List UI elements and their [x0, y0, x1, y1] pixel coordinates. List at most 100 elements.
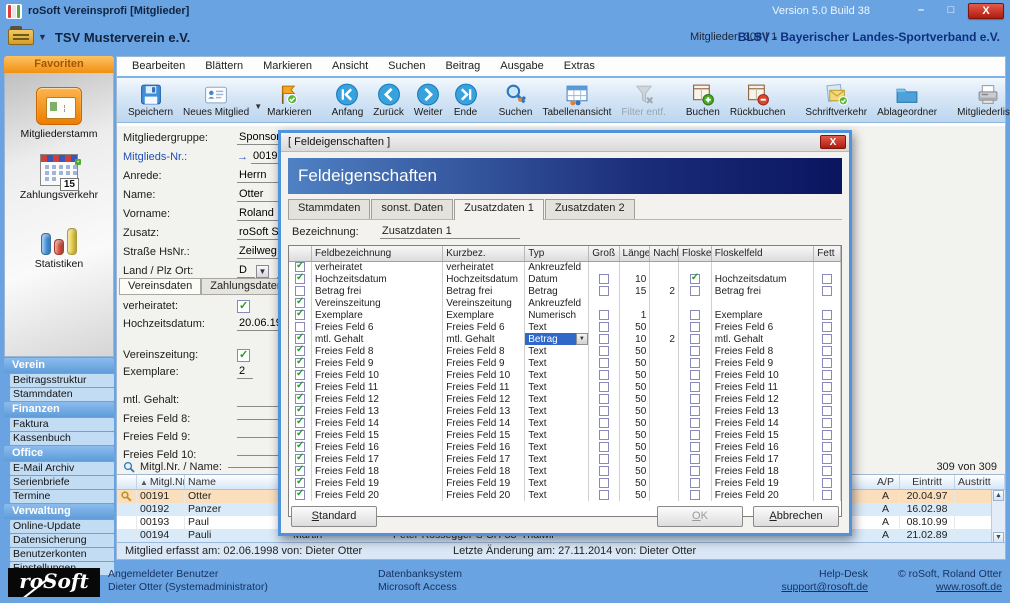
- fett-checkbox[interactable]: [822, 310, 832, 320]
- sidebar-favorite-statistiken[interactable]: Statistiken: [35, 215, 83, 270]
- toolbar-ende[interactable]: Ende: [448, 81, 484, 119]
- toolbar-schriftverkehr[interactable]: Schriftverkehr: [800, 81, 872, 119]
- dialog-field-row[interactable]: Freies Feld 10Freies Feld 10Text50Freies…: [289, 369, 841, 381]
- dialog-field-row[interactable]: ExemplareExemplareNumerisch1Exemplare: [289, 309, 841, 321]
- gross-checkbox[interactable]: [599, 442, 609, 452]
- fett-checkbox[interactable]: [822, 406, 832, 416]
- ok-button[interactable]: OK: [657, 506, 743, 527]
- gross-checkbox[interactable]: [599, 418, 609, 428]
- dialog-field-row[interactable]: Freies Feld 15Freies Feld 15Text50Freies…: [289, 429, 841, 441]
- gross-checkbox[interactable]: [599, 394, 609, 404]
- floskel-checkbox[interactable]: [690, 490, 700, 500]
- table-scrollbar[interactable]: ▲ ▼: [991, 490, 1005, 543]
- field-active-checkbox[interactable]: [295, 490, 305, 500]
- fett-checkbox[interactable]: [822, 418, 832, 428]
- menu-beitrag[interactable]: Beitrag: [436, 58, 489, 75]
- field-active-checkbox[interactable]: [295, 478, 305, 488]
- column-header-mitglnr[interactable]: ▲Mitgl.Nr.: [137, 475, 185, 489]
- gross-checkbox[interactable]: [599, 346, 609, 356]
- dialog-field-row[interactable]: Freies Feld 19Freies Feld 19Text50Freies…: [289, 477, 841, 489]
- field-active-checkbox[interactable]: [295, 322, 305, 332]
- exemplare-field[interactable]: 2: [237, 365, 253, 379]
- chevron-down-icon[interactable]: ▼: [254, 102, 262, 111]
- dialog-field-row[interactable]: Freies Feld 20Freies Feld 20Text50Freies…: [289, 489, 841, 501]
- field-active-checkbox[interactable]: [295, 358, 305, 368]
- gross-checkbox[interactable]: [599, 406, 609, 416]
- menu-blättern[interactable]: Blättern: [196, 58, 252, 75]
- fett-checkbox[interactable]: [822, 490, 832, 500]
- dialog-field-row[interactable]: Freies Feld 11Freies Feld 11Text50Freies…: [289, 381, 841, 393]
- floskel-checkbox[interactable]: [690, 418, 700, 428]
- floskel-checkbox[interactable]: [690, 334, 700, 344]
- floskel-checkbox[interactable]: [690, 430, 700, 440]
- fett-checkbox[interactable]: [822, 358, 832, 368]
- dialog-field-row[interactable]: Freies Feld 6Freies Feld 6Text50Freies F…: [289, 321, 841, 333]
- club-folder-icon[interactable]: [8, 29, 34, 45]
- floskel-checkbox[interactable]: [690, 478, 700, 488]
- sidebar-item-online-update[interactable]: Online-Update: [10, 520, 114, 533]
- dialog-tab-stammdaten[interactable]: Stammdaten: [288, 199, 370, 219]
- dialog-field-row[interactable]: Freies Feld 9Freies Feld 9Text50Freies F…: [289, 357, 841, 369]
- field-active-checkbox[interactable]: [295, 466, 305, 476]
- field-active-checkbox[interactable]: [295, 406, 305, 416]
- dialog-tab-zusatzdaten-1[interactable]: Zusatzdaten 1: [454, 199, 544, 220]
- tab-vereinsdaten[interactable]: Vereinsdaten: [119, 278, 201, 295]
- field-active-checkbox[interactable]: [295, 454, 305, 464]
- close-button[interactable]: X: [968, 3, 1004, 19]
- fett-checkbox[interactable]: [822, 454, 832, 464]
- field-active-checkbox[interactable]: [295, 334, 305, 344]
- floskel-checkbox[interactable]: [690, 454, 700, 464]
- scroll-up-icon[interactable]: ▲: [993, 490, 1004, 501]
- field-active-checkbox[interactable]: [295, 346, 305, 356]
- gross-checkbox[interactable]: [599, 454, 609, 464]
- floskel-checkbox[interactable]: [690, 274, 700, 284]
- gross-checkbox[interactable]: [599, 322, 609, 332]
- field-active-checkbox[interactable]: [295, 370, 305, 380]
- dialog-field-row[interactable]: Betrag freiBetrag freiBetrag152Betrag fr…: [289, 285, 841, 297]
- field-active-checkbox[interactable]: [295, 274, 305, 284]
- cancel-button[interactable]: Abbrechen: [753, 506, 839, 527]
- fett-checkbox[interactable]: [822, 274, 832, 284]
- floskel-checkbox[interactable]: [690, 286, 700, 296]
- gross-checkbox[interactable]: [599, 490, 609, 500]
- sidebar-item-serienbriefe[interactable]: Serienbriefe: [10, 476, 114, 489]
- toolbar-neues-mitglied[interactable]: Neues Mitglied: [178, 81, 254, 119]
- toolbar-weiter[interactable]: Weiter: [409, 81, 448, 119]
- menu-ansicht[interactable]: Ansicht: [323, 58, 377, 75]
- fett-checkbox[interactable]: [822, 478, 832, 488]
- gross-checkbox[interactable]: [599, 478, 609, 488]
- fett-checkbox[interactable]: [822, 334, 832, 344]
- sidebar-favorite-mitgliederstamm[interactable]: Mitgliederstamm: [20, 87, 97, 140]
- sidebar-item-datensicherung[interactable]: Datensicherung: [10, 534, 114, 547]
- toolbar-suchen[interactable]: Suchen: [494, 81, 538, 119]
- toolbar-zur-ck[interactable]: Zurück: [368, 81, 409, 119]
- floskel-checkbox[interactable]: [690, 466, 700, 476]
- field-active-checkbox[interactable]: [295, 262, 305, 272]
- dialog-field-row[interactable]: Freies Feld 8Freies Feld 8Text50Freies F…: [289, 345, 841, 357]
- fett-checkbox[interactable]: [822, 394, 832, 404]
- fett-checkbox[interactable]: [822, 430, 832, 440]
- floskel-checkbox[interactable]: [690, 442, 700, 452]
- sidebar-item-termine[interactable]: Termine: [10, 490, 114, 503]
- dialog-close-button[interactable]: X: [820, 135, 846, 149]
- gross-checkbox[interactable]: [599, 430, 609, 440]
- fett-checkbox[interactable]: [822, 382, 832, 392]
- sidebar-item-benutzerkonten[interactable]: Benutzerkonten: [10, 548, 114, 561]
- toolbar-r-ckbuchen[interactable]: Rückbuchen: [725, 81, 791, 119]
- column-header-eintritt[interactable]: Eintritt: [900, 475, 955, 489]
- fett-checkbox[interactable]: [822, 286, 832, 296]
- sidebar-favorite-zahlungsverkehr[interactable]: ▪15Zahlungsverkehr: [20, 154, 98, 201]
- land-select[interactable]: D: [237, 264, 255, 278]
- toolbar-tabellenansicht[interactable]: Tabellenansicht: [537, 81, 616, 119]
- toolbar-speichern[interactable]: Speichern: [123, 81, 178, 119]
- maximize-button[interactable]: □: [938, 3, 964, 19]
- typ-combobox[interactable]: Betrag▼: [525, 333, 588, 345]
- menu-ausgabe[interactable]: Ausgabe: [491, 58, 552, 75]
- club-dropdown-icon[interactable]: ▼: [38, 32, 47, 42]
- support-email-link[interactable]: support@rosoft.de: [781, 581, 868, 593]
- field-label[interactable]: Mitglieds-Nr.:: [123, 151, 237, 163]
- website-link[interactable]: www.rosoft.de: [936, 581, 1002, 593]
- menu-markieren[interactable]: Markieren: [254, 58, 321, 75]
- gross-checkbox[interactable]: [599, 274, 609, 284]
- sidebar-item-kassenbuch[interactable]: Kassenbuch: [10, 432, 114, 445]
